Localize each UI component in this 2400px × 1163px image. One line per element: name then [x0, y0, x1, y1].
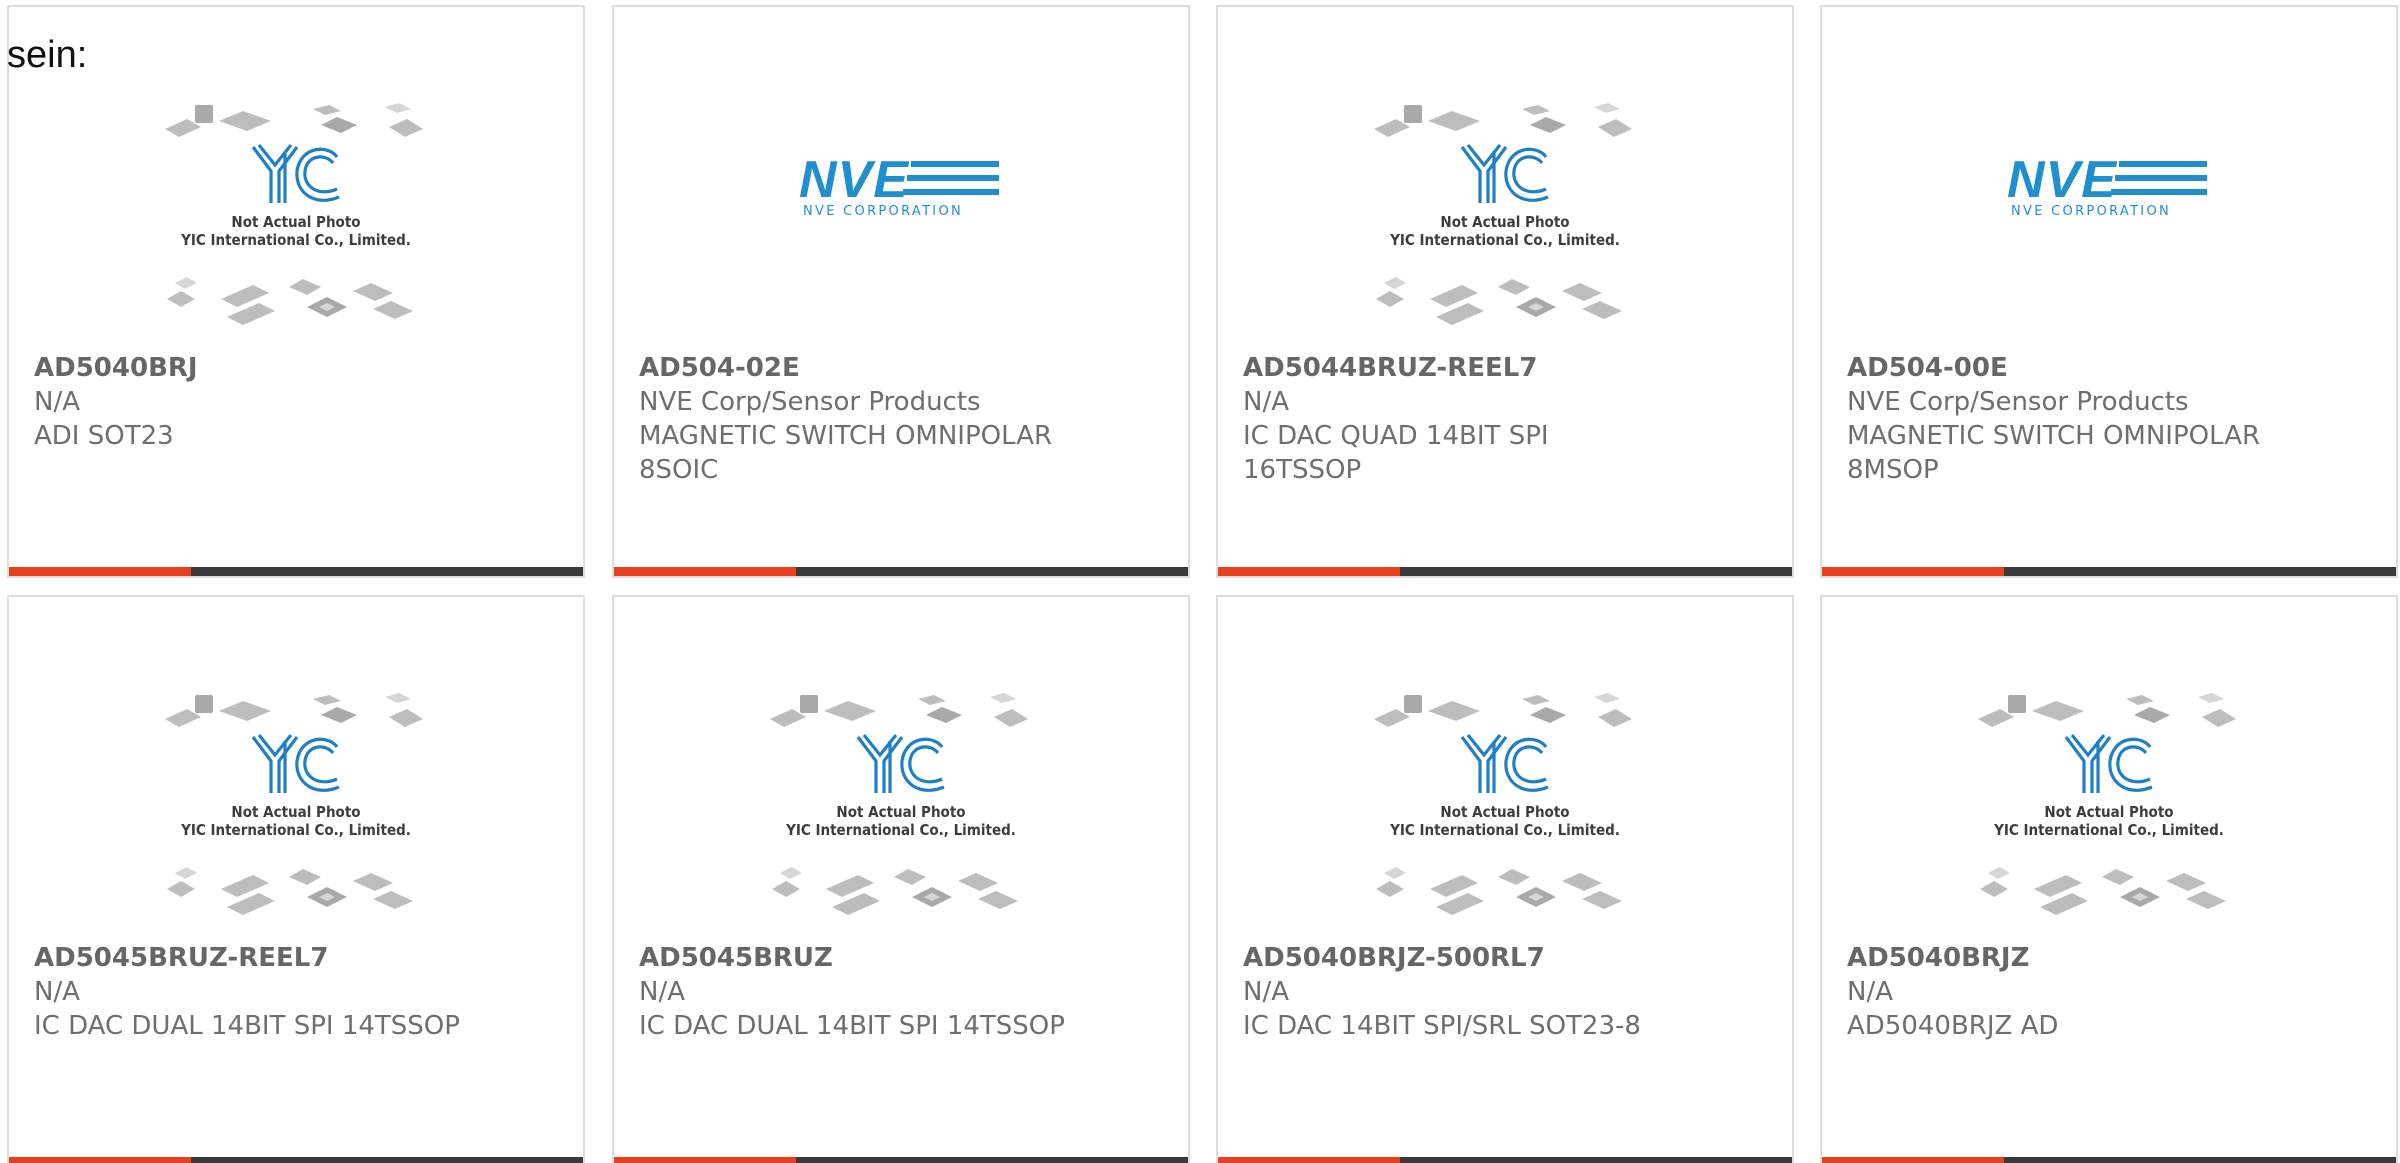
- product-grid-page: sein: Not Actual Photo YIC International…: [0, 0, 2400, 1163]
- not-actual-photo-image: Not Actual Photo YIC International Co., …: [165, 693, 423, 915]
- placeholder-note-1: Not Actual Photo: [231, 803, 360, 821]
- product-card[interactable]: Not Actual Photo YIC International Co., …: [1216, 5, 1794, 578]
- product-card[interactable]: Not Actual Photo YIC International Co., …: [1820, 595, 2398, 1163]
- part-number-link[interactable]: AD5044BRUZ-REEL7: [1243, 351, 1772, 385]
- card-footer-accent: [9, 567, 191, 576]
- not-actual-photo-image: Not Actual Photo YIC International Co., …: [165, 103, 423, 325]
- product-image[interactable]: Not Actual Photo YIC International Co., …: [9, 685, 583, 933]
- placeholder-note-2: YIC International Co., Limited.: [180, 821, 411, 839]
- nve-corporation-logo: NVE NVE CORPORATION: [799, 151, 999, 219]
- product-info: AD504-00E NVE Corp/Sensor Products MAGNETI…: [1847, 351, 2376, 487]
- description: IC DAC DUAL 14BIT SPI 14TSSOP: [639, 1011, 1065, 1041]
- product-card[interactable]: NVE NVE CORPORATION AD504-00E NVE Corp/Se…: [1820, 5, 2398, 578]
- product-image[interactable]: NVE NVE CORPORATION: [1822, 95, 2396, 343]
- card-footer-bar: [1218, 1157, 1792, 1163]
- part-number-link[interactable]: AD5040BRJZ: [1847, 941, 2376, 975]
- product-grid: Not Actual Photo YIC International Co., …: [0, 0, 2400, 1163]
- card-footer-accent: [1822, 1157, 2004, 1163]
- nve-corporation-logo: NVE NVE CORPORATION: [2007, 151, 2207, 219]
- manufacturer: NVE Corp/Sensor Products: [639, 387, 981, 417]
- intro-text: sein:: [7, 34, 88, 76]
- manufacturer: N/A: [34, 387, 80, 417]
- description: IC DAC 14BIT SPI/SRL SOT23-8: [1243, 1011, 1641, 1041]
- nve-subtitle: NVE CORPORATION: [803, 204, 963, 219]
- placeholder-note-1: Not Actual Photo: [836, 803, 965, 821]
- product-info: AD5040BRJZ N/A AD5040BRJZ AD: [1847, 941, 2376, 1043]
- product-info: AD5044BRUZ-REEL7 N/A IC DAC QUAD 14BIT SPI…: [1243, 351, 1772, 487]
- description: MAGNETIC SWITCH OMNIPOLAR: [639, 421, 1053, 451]
- description: MAGNETIC SWITCH OMNIPOLAR: [1847, 421, 2261, 451]
- product-card[interactable]: Not Actual Photo YIC International Co., …: [1216, 595, 1794, 1163]
- card-footer-bar: [614, 567, 1188, 576]
- product-info: AD5040BRJ N/A ADI SOT23: [34, 351, 563, 453]
- card-footer-bar: [9, 567, 583, 576]
- description: AD5040BRJZ AD: [1847, 1011, 2059, 1041]
- nve-subtitle: NVE CORPORATION: [2011, 204, 2171, 219]
- product-info: AD5040BRJZ-500RL7 N/A IC DAC 14BIT SPI/SRL…: [1243, 941, 1772, 1043]
- card-footer-bar: [1822, 1157, 2396, 1163]
- description: IC DAC DUAL 14BIT SPI 14TSSOP: [34, 1011, 460, 1041]
- part-number-link[interactable]: AD504-02E: [639, 351, 1168, 385]
- placeholder-note-2: YIC International Co., Limited.: [1389, 821, 1620, 839]
- placeholder-note-1: Not Actual Photo: [2044, 803, 2173, 821]
- product-info: AD5045BRUZ N/A IC DAC DUAL 14BIT SPI 14TSS…: [639, 941, 1168, 1043]
- product-card[interactable]: Not Actual Photo YIC International Co., …: [612, 595, 1190, 1163]
- card-footer-accent: [9, 1157, 191, 1163]
- product-image[interactable]: Not Actual Photo YIC International Co., …: [1218, 95, 1792, 343]
- part-number-link[interactable]: AD5040BRJZ-500RL7: [1243, 941, 1772, 975]
- part-number-link[interactable]: AD5040BRJ: [34, 351, 563, 385]
- part-number-link[interactable]: AD504-00E: [1847, 351, 2376, 385]
- placeholder-note-1: Not Actual Photo: [1440, 213, 1569, 231]
- placeholder-note-1: Not Actual Photo: [231, 213, 360, 231]
- manufacturer: NVE Corp/Sensor Products: [1847, 387, 2189, 417]
- card-footer-accent: [1218, 1157, 1400, 1163]
- placeholder-note-2: YIC International Co., Limited.: [180, 231, 411, 249]
- product-info: AD5045BRUZ-REEL7 N/A IC DAC DUAL 14BIT SPI…: [34, 941, 563, 1043]
- product-image[interactable]: NVE NVE CORPORATION: [614, 95, 1188, 343]
- not-actual-photo-image: Not Actual Photo YIC International Co., …: [770, 693, 1028, 915]
- description: IC DAC QUAD 14BIT SPI: [1243, 421, 1549, 451]
- product-info: AD504-02E NVE Corp/Sensor Products MAGNETI…: [639, 351, 1168, 487]
- card-footer-accent: [1822, 567, 2004, 576]
- description-package: 8SOIC: [639, 455, 719, 485]
- card-footer-bar: [9, 1157, 583, 1163]
- description-package: 8MSOP: [1847, 455, 1939, 485]
- manufacturer: N/A: [1243, 387, 1289, 417]
- product-image[interactable]: Not Actual Photo YIC International Co., …: [614, 685, 1188, 933]
- part-number-link[interactable]: AD5045BRUZ: [639, 941, 1168, 975]
- part-number-link[interactable]: AD5045BRUZ-REEL7: [34, 941, 563, 975]
- card-footer-accent: [614, 1157, 796, 1163]
- manufacturer: N/A: [639, 977, 685, 1007]
- not-actual-photo-image: Not Actual Photo YIC International Co., …: [1374, 693, 1632, 915]
- card-footer-bar: [1822, 567, 2396, 576]
- description: ADI SOT23: [34, 421, 174, 451]
- product-image[interactable]: Not Actual Photo YIC International Co., …: [9, 95, 583, 343]
- card-footer-bar: [1218, 567, 1792, 576]
- placeholder-note-2: YIC International Co., Limited.: [1993, 821, 2224, 839]
- placeholder-note-2: YIC International Co., Limited.: [1389, 231, 1620, 249]
- not-actual-photo-image: Not Actual Photo YIC International Co., …: [1978, 693, 2236, 915]
- card-footer-bar: [614, 1157, 1188, 1163]
- not-actual-photo-image: Not Actual Photo YIC International Co., …: [1374, 103, 1632, 325]
- nve-wordmark: NVE: [2007, 151, 2117, 209]
- product-image[interactable]: Not Actual Photo YIC International Co., …: [1822, 685, 2396, 933]
- nve-wordmark: NVE: [799, 151, 909, 209]
- card-footer-accent: [1218, 567, 1400, 576]
- placeholder-note-2: YIC International Co., Limited.: [785, 821, 1016, 839]
- card-footer-accent: [614, 567, 796, 576]
- product-card[interactable]: Not Actual Photo YIC International Co., …: [7, 5, 585, 578]
- product-image[interactable]: Not Actual Photo YIC International Co., …: [1218, 685, 1792, 933]
- product-card[interactable]: NVE NVE CORPORATION AD504-02E NVE Corp/Se…: [612, 5, 1190, 578]
- manufacturer: N/A: [34, 977, 80, 1007]
- placeholder-note-1: Not Actual Photo: [1440, 803, 1569, 821]
- product-card[interactable]: Not Actual Photo YIC International Co., …: [7, 595, 585, 1163]
- manufacturer: N/A: [1243, 977, 1289, 1007]
- description-package: 16TSSOP: [1243, 455, 1362, 485]
- manufacturer: N/A: [1847, 977, 1893, 1007]
